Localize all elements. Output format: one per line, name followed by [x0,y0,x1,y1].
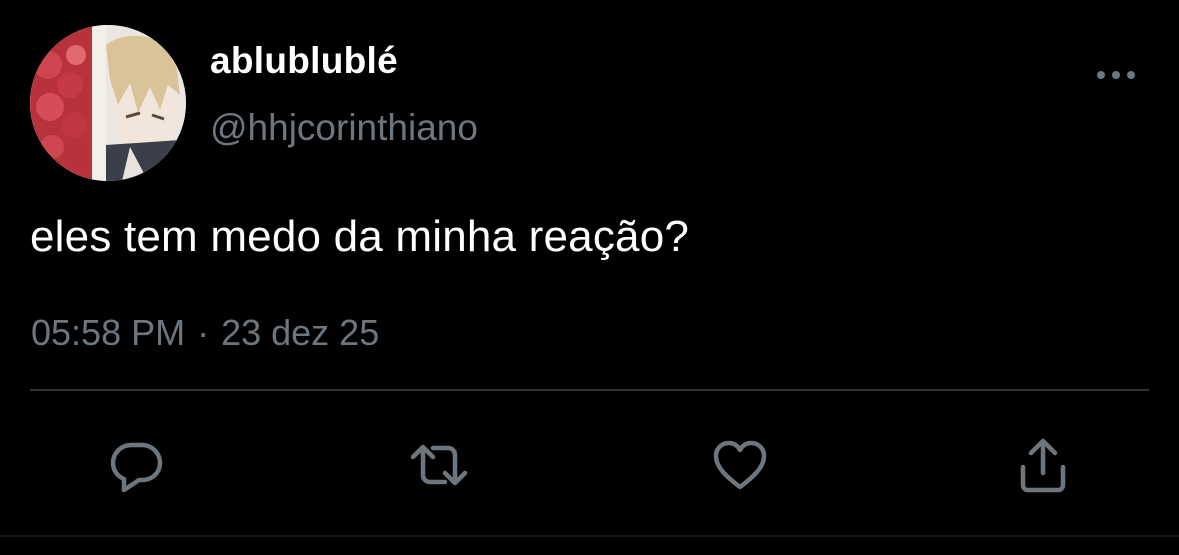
like-button[interactable] [705,430,775,500]
more-dots-icon [1097,71,1135,79]
meta-separator: · [197,312,210,353]
tweet-time: 05:58 PM [31,312,186,353]
avatar-image [30,25,186,181]
tweet-date: 23 dez 25 [221,312,380,353]
display-name[interactable]: ablublublé [210,40,398,82]
avatar[interactable] [30,25,186,181]
reply-icon [110,442,163,493]
tweet-text: eles tem medo da minha reação? [30,212,690,261]
tweet-card: ablublublé @hhjcorinthiano eles tem medo… [0,0,1179,555]
divider [30,389,1149,391]
tweet-timestamp[interactable]: 05:58 PM · 23 dez 25 [31,312,379,354]
retweet-icon [410,444,468,486]
bottom-divider [0,535,1179,537]
more-options-button[interactable] [1094,62,1138,88]
user-handle[interactable]: @hhjcorinthiano [210,107,478,149]
heart-icon [713,440,767,490]
retweet-button[interactable] [404,430,474,500]
share-icon [1020,438,1066,493]
share-button[interactable] [1008,430,1078,500]
reply-button[interactable] [101,430,171,500]
action-bar [0,430,1179,500]
